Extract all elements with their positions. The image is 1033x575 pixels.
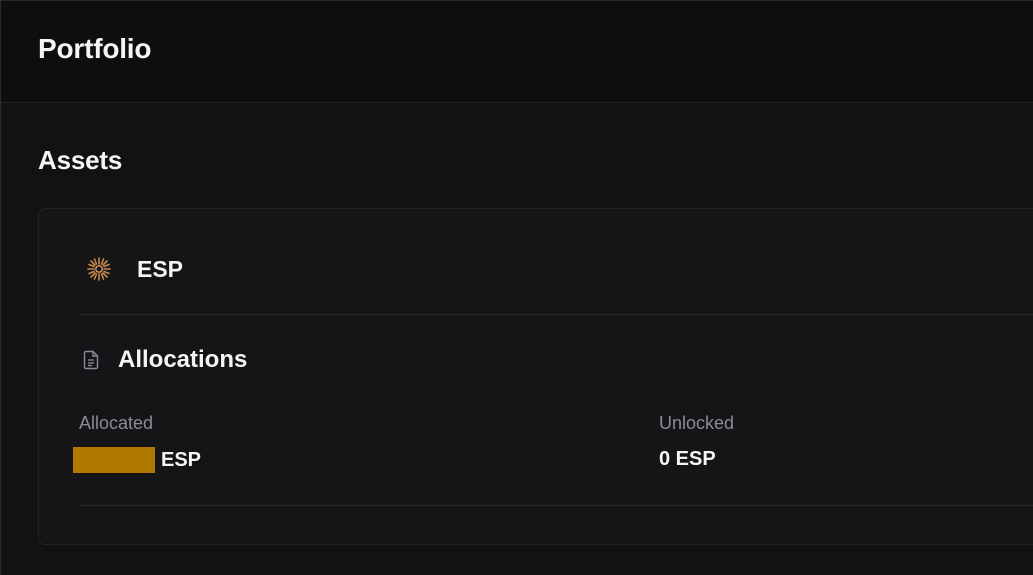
divider [79,505,1033,506]
token-row[interactable]: ESP [86,254,183,284]
esp-sunburst-icon [86,256,112,282]
redacted-amount [73,447,155,473]
allocations-header: Allocations [83,346,247,374]
allocations-title: Allocations [118,346,248,373]
allocated-label: Allocated [79,413,154,433]
document-icon [83,350,99,370]
token-symbol: ESP [137,255,184,282]
page-header: Portfolio [1,1,1033,103]
allocated-stat: Allocated ESP [73,412,202,473]
allocated-value: ESP [73,447,202,473]
allocated-unit: ESP [161,449,202,471]
unlocked-label: Unlocked [659,413,735,433]
portfolio-page: Portfolio Assets ESP Allocations Allocat… [0,0,1033,575]
asset-card: ESP Allocations Allocated ESP Unlocked 0… [38,208,1033,545]
page-title: Portfolio [38,33,152,64]
divider [79,314,1033,315]
assets-section-title: Assets [38,145,123,175]
unlocked-stat: Unlocked 0 ESP [659,412,734,471]
unlocked-value: 0 ESP [659,448,716,470]
